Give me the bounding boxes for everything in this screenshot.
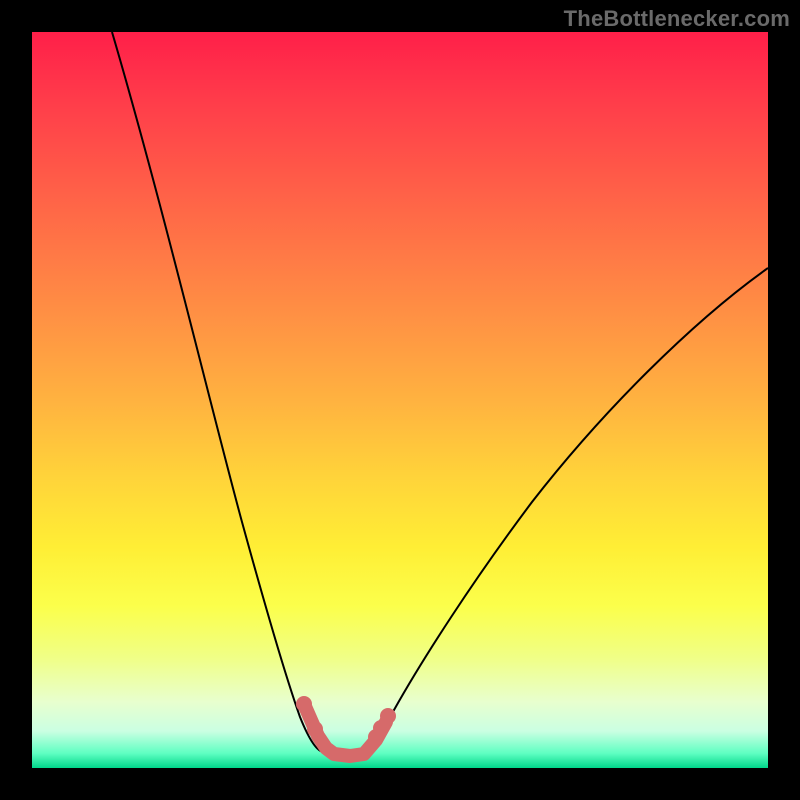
marker-dot (296, 696, 312, 712)
curve-svg (32, 32, 768, 768)
marker-dot (307, 721, 323, 737)
watermark-text: TheBottlenecker.com (564, 6, 790, 32)
chart-frame: TheBottlenecker.com (0, 0, 800, 800)
left-curve (112, 32, 324, 752)
plot-area (32, 32, 768, 768)
marker-dot (380, 708, 396, 724)
right-curve (362, 268, 768, 752)
